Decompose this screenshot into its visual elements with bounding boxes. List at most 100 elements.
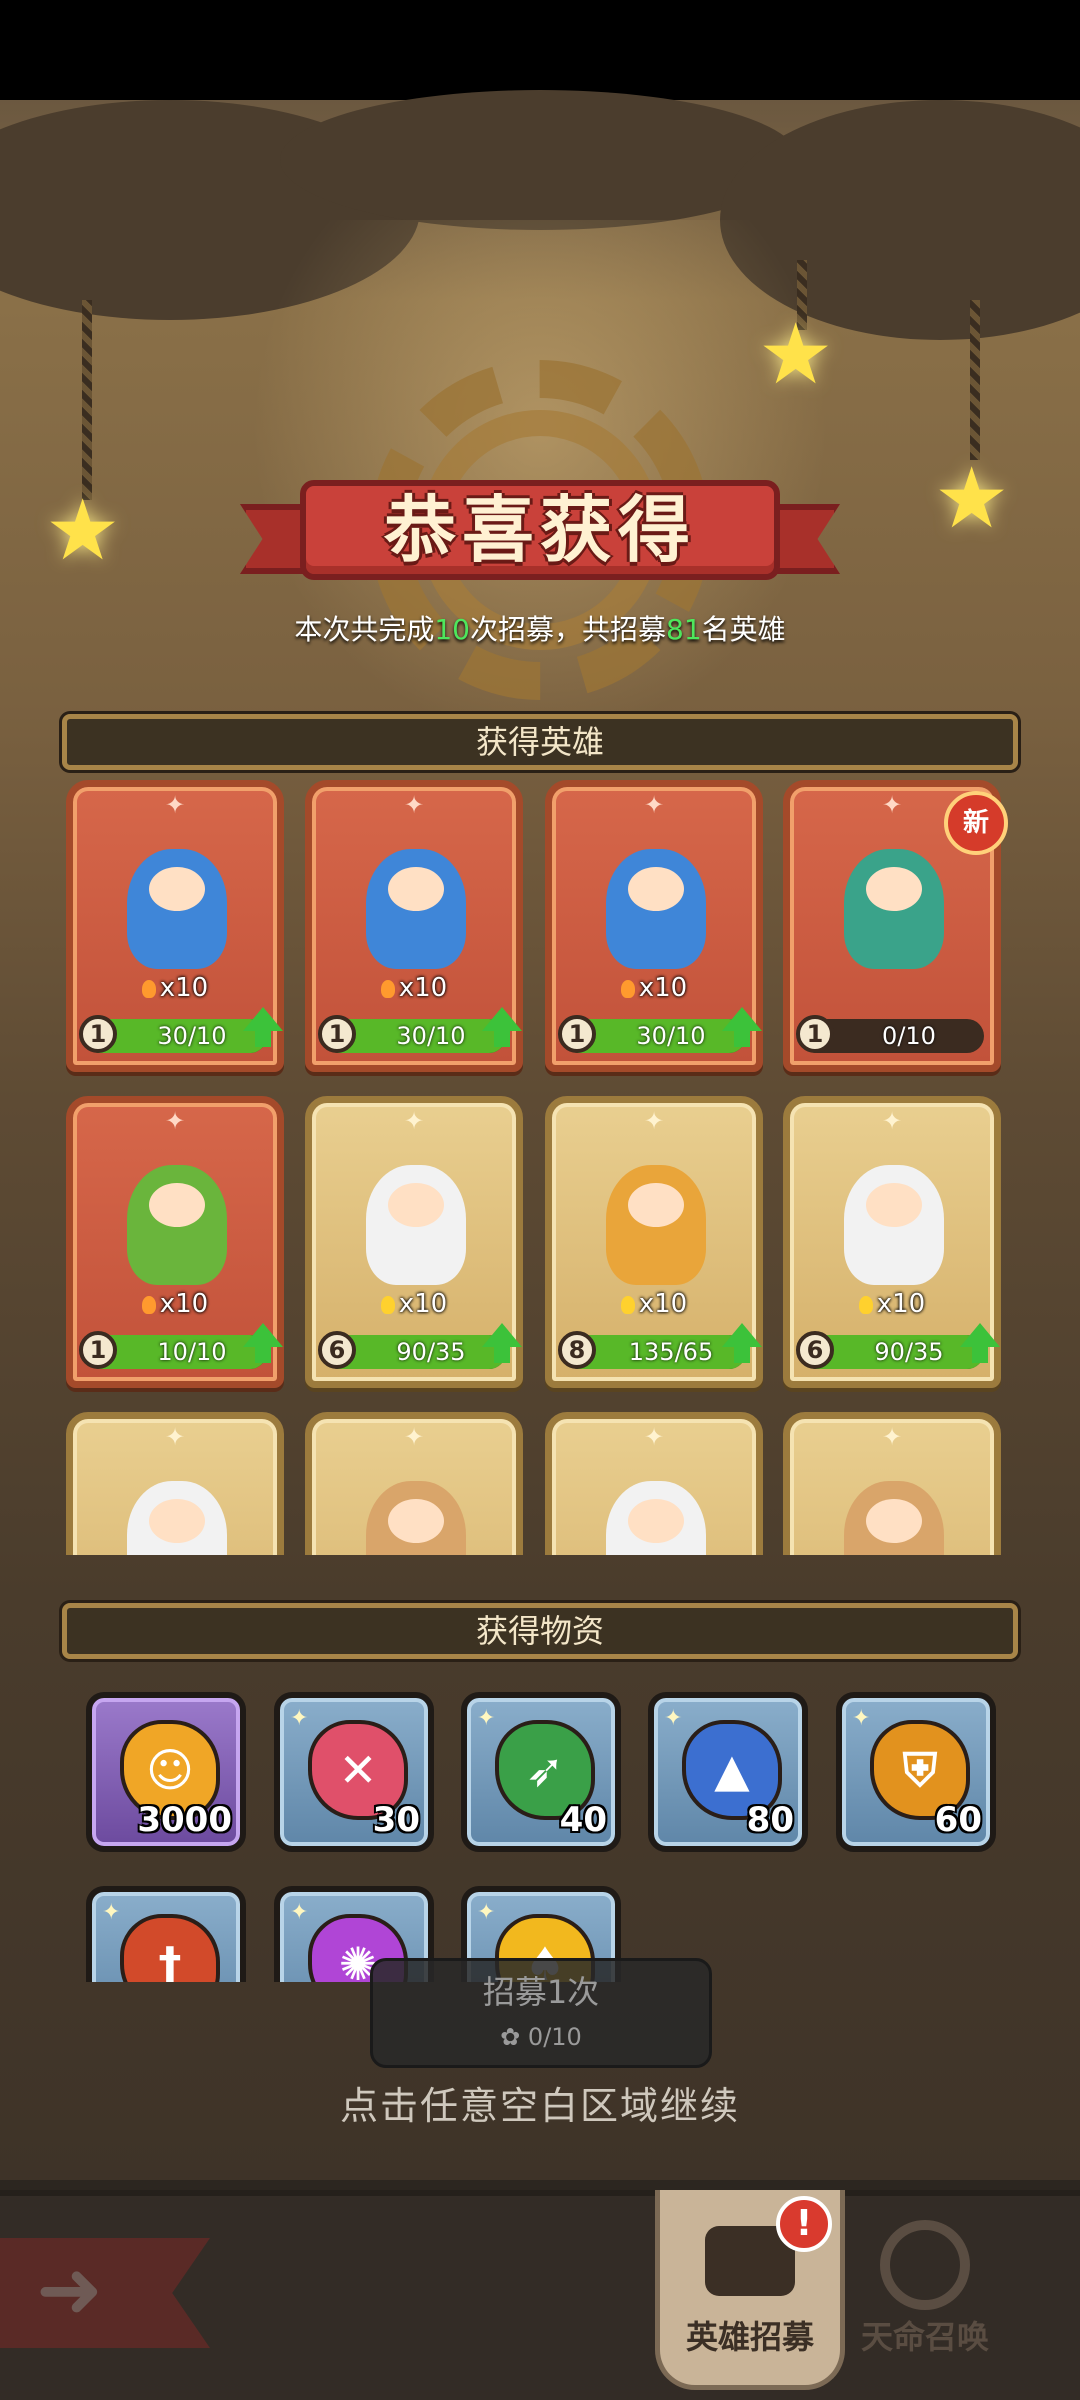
upgrade-arrow-icon <box>482 1323 522 1367</box>
upgrade-arrow-head <box>482 1007 522 1031</box>
item-quantity: 40 <box>559 1800 607 1840</box>
sparkle-icon: ✦ <box>404 791 425 819</box>
new-badge: 新 <box>944 791 1008 855</box>
hero-card[interactable]: ✦ x10 90/35 6 <box>305 1096 523 1388</box>
back-arrow-icon: ➜ <box>36 2243 104 2336</box>
summary-suffix: 名英雄 <box>701 613 786 646</box>
recruit-once-button[interactable]: 招募1次 ✿ 0/10 <box>370 1958 712 2068</box>
blue-caped-swordsman-icon <box>127 849 227 969</box>
status-bar <box>0 0 1080 100</box>
fox-adventurer-icon <box>366 1481 466 1555</box>
sparkle-icon: ✦ <box>882 1107 903 1135</box>
witch-with-scroll-icon <box>844 849 944 969</box>
upgrade-arrow-icon <box>960 1323 1000 1367</box>
items-section-header: 获得物资 <box>62 1603 1018 1659</box>
hero-shard-count: x10 <box>552 973 756 1003</box>
hero-shard-count-value: x10 <box>876 1289 926 1319</box>
recruit-result-screen[interactable]: ★ ★ ★ 恭喜获得 本次共完成10次招募，共招募81名英雄 获得英雄 ✦ x10… <box>0 0 1080 2400</box>
upgrade-arrow-stem <box>255 1029 271 1047</box>
upgrade-arrow-icon <box>722 1323 762 1367</box>
blue-caped-swordsman-icon <box>366 849 466 969</box>
hero-card-grid[interactable]: ✦ x10 30/10 1 ✦ x10 30/10 1 ✦ x10 30/10 1 ✦ 0/10 1 新 ✦ x1… <box>0 780 1080 1555</box>
item-slot[interactable]: ✦ ⛨ 60 <box>836 1692 996 1852</box>
hero-shard-count-value: x10 <box>638 1289 688 1319</box>
hero-face <box>628 867 684 911</box>
hero-card[interactable]: ✦ x10 30/10 1 <box>305 780 523 1072</box>
hero-card[interactable]: ✦ <box>66 1412 284 1555</box>
shard-icon <box>141 980 156 998</box>
summary-prefix: 本次共完成 <box>294 613 435 646</box>
hero-card[interactable]: ✦ x10 135/65 8 <box>545 1096 763 1388</box>
item-glyph: † <box>158 1937 182 1982</box>
hero-shard-count-value: x10 <box>398 1289 448 1319</box>
twinkle-icon: ✦ <box>290 1900 309 1925</box>
recruit-summary: 本次共完成10次招募，共招募81名英雄 <box>0 608 1080 648</box>
item-slot[interactable]: ✦ ✕ 30 <box>274 1692 434 1852</box>
twinkle-icon: ✦ <box>852 1706 871 1731</box>
hero-face <box>149 1183 205 1227</box>
upgrade-arrow-head <box>722 1323 762 1347</box>
upgrade-arrow-stem <box>734 1029 750 1047</box>
hero-face <box>628 1183 684 1227</box>
hero-face <box>866 1183 922 1227</box>
recruit-once-cost: ✿ 0/10 <box>373 2023 709 2051</box>
hero-card[interactable]: ✦ x10 10/10 1 <box>66 1096 284 1388</box>
tab-hero-recruit-label: 英雄招募 <box>685 2318 814 2356</box>
hero-shard-count-value: x10 <box>159 1289 209 1319</box>
shard-icon <box>380 1296 395 1314</box>
item-slot[interactable]: ☺ 3000 <box>86 1692 246 1852</box>
sparkle-icon: ✦ <box>165 1107 186 1135</box>
upgrade-arrow-stem <box>972 1345 988 1363</box>
shard-icon <box>620 1296 635 1314</box>
cowboy-dog-gunner-icon <box>844 1165 944 1285</box>
hero-face <box>388 1499 444 1543</box>
rope-left <box>82 300 92 500</box>
hero-level-badge: 1 <box>796 1015 834 1053</box>
hanging-star-icon-center: ★ <box>758 305 834 403</box>
upgrade-arrow-stem <box>734 1345 750 1363</box>
shard-icon <box>141 1296 156 1314</box>
sparkle-icon: ✦ <box>165 1423 186 1451</box>
item-slot[interactable]: ✦ ▲ 80 <box>648 1692 808 1852</box>
summary-mid: 次招募，共招募 <box>469 613 666 646</box>
heroes-section-title: 获得英雄 <box>475 723 604 761</box>
leafy-tree-warrior-icon <box>127 1165 227 1285</box>
fox-adventurer-icon <box>844 1481 944 1555</box>
item-slot[interactable]: ✦ † <box>86 1886 246 1982</box>
cowboy-dog-gunner-icon <box>127 1481 227 1555</box>
cowboy-dog-gunner-icon <box>606 1481 706 1555</box>
hero-card[interactable]: ✦ x10 30/10 1 <box>545 780 763 1072</box>
shard-icon <box>858 1296 873 1314</box>
twinkle-icon: ✦ <box>477 1900 496 1925</box>
hero-card[interactable]: ✦ x10 90/35 6 <box>783 1096 1001 1388</box>
ticket-icon: ✿ <box>500 2023 528 2051</box>
tab-destiny-summon[interactable]: 天命召唤 <box>845 2190 1005 2390</box>
upgrade-arrow-stem <box>494 1029 510 1047</box>
sparkle-icon: ✦ <box>644 1107 665 1135</box>
item-grid[interactable]: ☺3000✦✕30✦➶40✦▲80✦⛨60✦†✦✺✦♠ <box>0 1682 1080 1982</box>
hero-card[interactable]: ✦ <box>783 1412 1001 1555</box>
hero-card[interactable]: ✦ x10 30/10 1 <box>66 780 284 1072</box>
hero-face <box>388 1183 444 1227</box>
sparkle-icon: ✦ <box>165 791 186 819</box>
upgrade-arrow-head <box>243 1323 283 1347</box>
hero-card[interactable]: ✦ 0/10 1 新 <box>783 780 1008 1072</box>
twinkle-icon: ✦ <box>290 1706 309 1731</box>
hero-shard-count-value: x10 <box>638 973 688 1003</box>
hero-level-badge: 1 <box>558 1015 596 1053</box>
item-quantity: 3000 <box>137 1800 232 1840</box>
upgrade-arrow-head <box>960 1323 1000 1347</box>
upgrade-arrow-icon <box>243 1323 283 1367</box>
tap-to-continue-hint: 点击任意空白区域继续 <box>339 2084 740 2128</box>
hanging-star-icon-right: ★ <box>934 449 1010 547</box>
hero-level-badge: 6 <box>796 1331 834 1369</box>
upgrade-arrow-icon <box>243 1007 283 1051</box>
hero-card[interactable]: ✦ <box>545 1412 763 1555</box>
spiky-armadillo-icon <box>606 1165 706 1285</box>
upgrade-arrow-head <box>243 1007 283 1031</box>
item-slot[interactable]: ✦ ➶ 40 <box>461 1692 621 1852</box>
hero-shard-count-value: x10 <box>159 973 209 1003</box>
hero-shard-count-value: x10 <box>398 973 448 1003</box>
hero-card[interactable]: ✦ <box>305 1412 523 1555</box>
congrats-banner: 恭喜获得 <box>240 470 840 590</box>
